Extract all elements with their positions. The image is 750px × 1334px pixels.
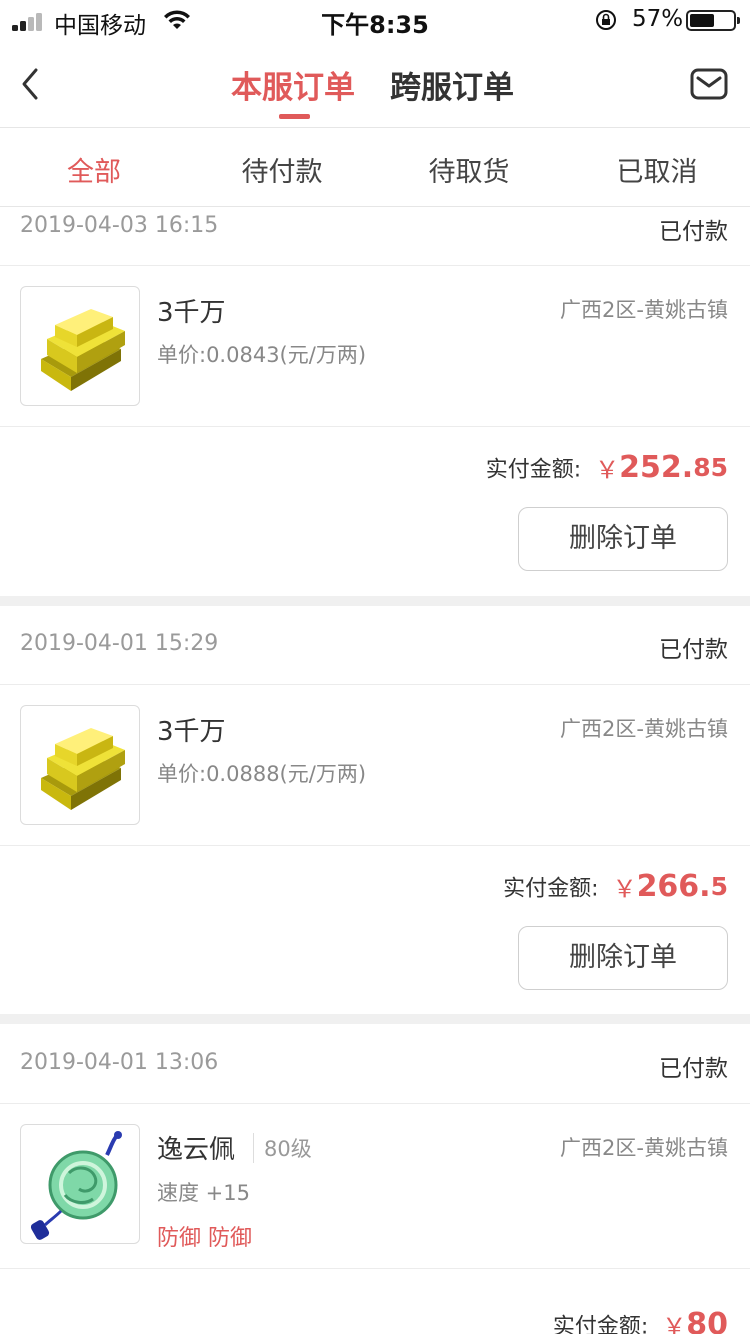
nav-bar: 本服订单 跨服订单 <box>0 40 750 128</box>
filter-cancelled[interactable]: 已取消 <box>577 150 737 189</box>
delete-order-button[interactable]: 删除订单 <box>518 507 728 571</box>
order-date: 2019-04-01 15:29 <box>20 631 219 656</box>
order-card: 2019-04-01 15:29 已付款 3千万 单价:0.0888(元/万两)… <box>0 606 750 1016</box>
filter-pending-payment[interactable]: 待付款 <box>202 150 362 189</box>
item-level: 80级 <box>253 1133 312 1163</box>
order-date: 2019-04-03 16:15 <box>20 213 219 238</box>
jade-pendant-icon[interactable] <box>20 1124 140 1244</box>
status-bar: 中国移动 下午8:35 57% <box>0 0 750 40</box>
item-stat: 速度 +15 <box>157 1181 250 1205</box>
amount-decimal: 5 <box>710 872 728 901</box>
order-status: 已付款 <box>659 219 728 245</box>
gold-bars-icon[interactable] <box>20 705 140 825</box>
amount-integer: 266. <box>636 869 711 904</box>
mail-icon[interactable] <box>690 68 728 100</box>
active-tab-indicator <box>279 114 310 119</box>
server-name: 广西2区-黄姚古镇 <box>560 717 728 741</box>
card-separator <box>0 596 750 606</box>
filter-all[interactable]: 全部 <box>14 150 174 189</box>
item-attribute-tags: 防御 防御 <box>157 1226 252 1251</box>
amount-integer: 252. <box>619 450 694 485</box>
orientation-lock-icon <box>596 10 616 30</box>
currency-symbol: ￥ <box>595 456 620 484</box>
paid-amount-row: 实付金额: ￥266.5 <box>503 869 728 904</box>
battery-percent: 57% <box>632 6 684 32</box>
status-filter-bar: 全部 待付款 待取货 已取消 <box>0 129 750 207</box>
unit-price: 单价:0.0888(元/万两) <box>157 762 367 786</box>
chevron-left-icon[interactable] <box>16 64 46 104</box>
order-status: 已付款 <box>659 1056 728 1082</box>
order-card: 2019-04-01 13:06 已付款 逸云佩 80级 速度 +15 防御 防… <box>0 1024 750 1334</box>
tab-cross-server-orders[interactable]: 跨服订单 <box>390 62 514 107</box>
item-name: 逸云佩 <box>157 1135 236 1165</box>
server-name: 广西2区-黄姚古镇 <box>560 1136 728 1160</box>
item-name: 3千万 <box>157 298 226 328</box>
amount-decimal: 85 <box>693 453 728 482</box>
paid-amount-label: 实付金额: <box>552 1314 649 1334</box>
order-status: 已付款 <box>659 637 728 663</box>
filter-pending-pickup[interactable]: 待取货 <box>389 150 549 189</box>
order-date: 2019-04-01 13:06 <box>20 1050 219 1075</box>
gold-bars-icon[interactable] <box>20 286 140 406</box>
currency-symbol: ￥ <box>612 875 637 903</box>
paid-amount-label: 实付金额: <box>485 457 582 483</box>
paid-amount-row: 实付金额: ￥252.85 <box>486 450 728 485</box>
paid-amount-label: 实付金额: <box>503 876 599 902</box>
currency-symbol: ￥ <box>662 1313 687 1334</box>
order-card: 2019-04-03 16:15 已付款 3千万 单价:0.0843(元/万两)… <box>0 208 750 596</box>
amount-integer: 80 <box>686 1307 728 1334</box>
item-name: 3千万 <box>157 717 226 747</box>
paid-amount-row: 实付金额: ￥80 <box>553 1307 728 1334</box>
delete-order-button[interactable]: 删除订单 <box>518 926 728 990</box>
card-separator <box>0 1014 750 1024</box>
server-name: 广西2区-黄姚古镇 <box>560 298 728 322</box>
order-list[interactable]: 2019-04-03 16:15 已付款 3千万 单价:0.0843(元/万两)… <box>0 208 750 1334</box>
tab-local-orders[interactable]: 本服订单 <box>231 62 355 107</box>
unit-price: 单价:0.0843(元/万两) <box>157 343 367 367</box>
battery-icon <box>686 10 740 31</box>
